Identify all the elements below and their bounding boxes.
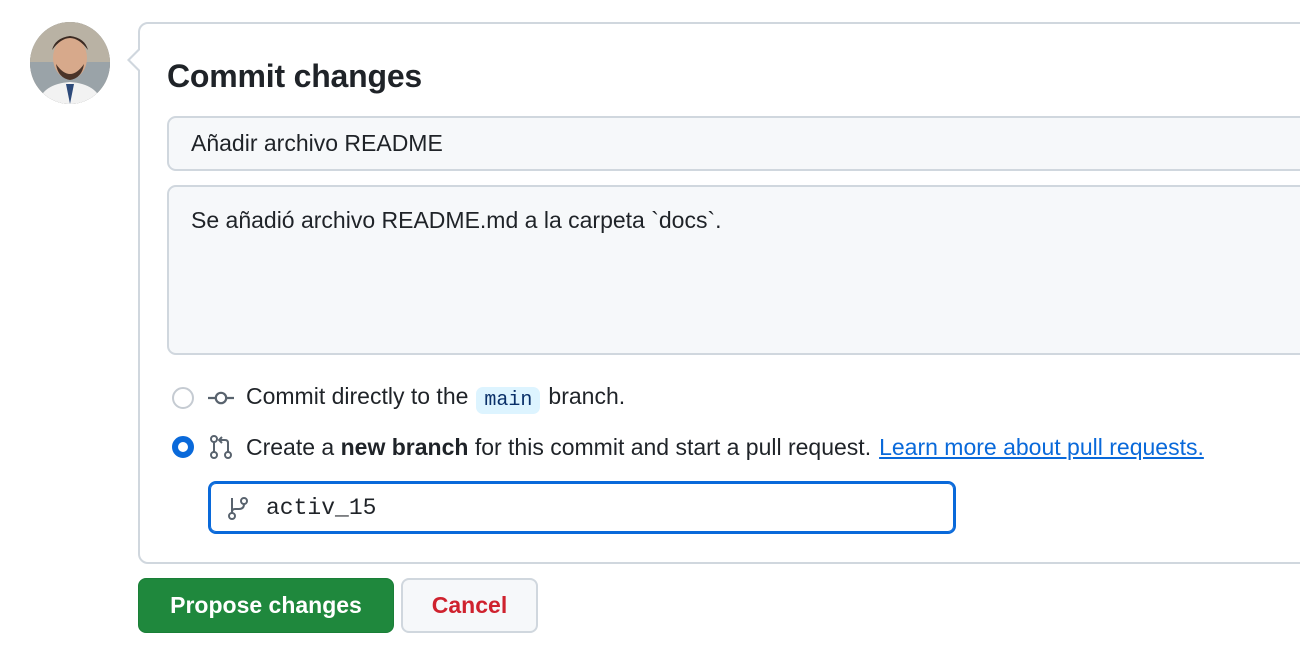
commit-description-input[interactable]: Se añadió archivo README.md a la carpeta… (167, 185, 1300, 355)
commit-direct-radio[interactable] (172, 387, 194, 409)
new-branch-option[interactable]: Create a new branch for this commit and … (172, 431, 1204, 463)
git-branch-icon (226, 494, 252, 522)
box-pointer-inner (130, 50, 140, 70)
git-pull-request-icon (206, 433, 236, 461)
new-branch-bold: new branch (340, 433, 469, 460)
commit-summary-input[interactable] (167, 116, 1300, 171)
new-branch-prefix: Create a (246, 433, 335, 460)
new-branch-radio[interactable] (172, 436, 194, 458)
new-branch-suffix: for this commit and start a pull request… (474, 433, 872, 460)
commit-direct-prefix: Commit directly to the (246, 383, 469, 409)
cancel-button[interactable]: Cancel (401, 578, 538, 633)
propose-changes-button[interactable]: Propose changes (138, 578, 394, 633)
commit-direct-suffix: branch. (548, 383, 626, 409)
branch-name-input[interactable] (266, 494, 906, 521)
new-branch-label: Create a new branch for this commit and … (246, 434, 1204, 461)
commit-changes-panel: Commit changes Se añadió archivo README.… (0, 0, 1300, 662)
commit-direct-option[interactable]: Commit directly to the main branch. (172, 382, 625, 414)
commit-title: Commit changes (167, 58, 423, 94)
avatar (30, 22, 110, 104)
branch-name-pill: main (476, 387, 541, 414)
branch-name-field[interactable] (208, 481, 956, 534)
pull-requests-help-link[interactable]: Learn more about pull requests. (879, 434, 1204, 460)
commit-direct-label: Commit directly to the main branch. (246, 383, 626, 414)
git-commit-icon (206, 384, 236, 412)
